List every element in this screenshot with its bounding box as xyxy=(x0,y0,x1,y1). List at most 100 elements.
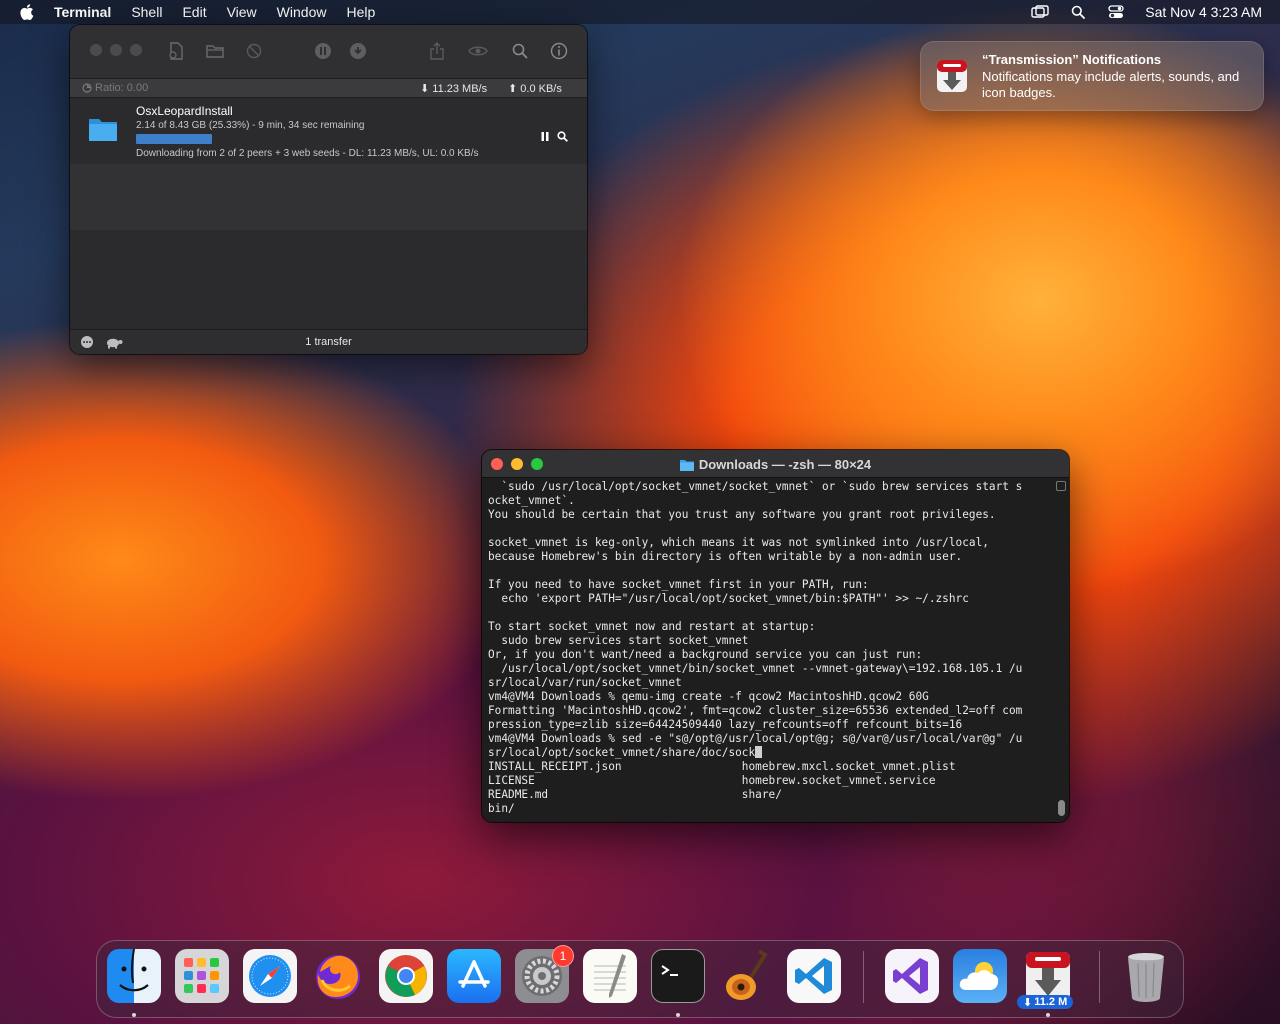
terminal-line: sr/local/opt/socket_vmnet/share/doc/sock xyxy=(488,746,1053,760)
dock-separator xyxy=(1099,951,1100,1003)
open-torrent-file-icon[interactable] xyxy=(166,41,186,61)
control-center-icon[interactable] xyxy=(1107,5,1125,19)
download-arrow-icon: ⬇ xyxy=(1023,996,1033,1009)
terminal-output[interactable]: `sudo /usr/local/opt/socket_vmnet/socket… xyxy=(488,480,1053,820)
quick-look-icon[interactable] xyxy=(468,41,488,61)
trash-icon xyxy=(1128,953,1164,1002)
menu-window[interactable]: Window xyxy=(277,4,327,20)
transmission-toolbar xyxy=(70,25,587,78)
transmission-status-bar: Ratio: 0.00 ⬇ 11.23 MB/s ⬆ 0.0 KB/s xyxy=(70,78,587,98)
terminal-scrollbar[interactable] xyxy=(1055,480,1067,820)
dock-finder[interactable] xyxy=(107,949,161,1003)
terminal-window: Downloads — -zsh — 80×24 `sudo /usr/loca… xyxy=(482,450,1069,822)
terminal-line: socket_vmnet is keg-only, which means it… xyxy=(488,536,989,549)
terminal-line: because Homebrew's bin directory is ofte… xyxy=(488,550,963,563)
terminal-line: If you need to have socket_vmnet first i… xyxy=(488,578,869,591)
transmission-app-icon xyxy=(934,58,970,94)
dock-weather[interactable] xyxy=(953,949,1007,1003)
notification-body: Notifications may include alerts, sounds… xyxy=(982,69,1240,100)
share-icon[interactable] xyxy=(427,41,447,61)
weather-icon xyxy=(959,962,999,990)
resume-all-icon[interactable] xyxy=(348,41,368,61)
terminal-icon xyxy=(661,965,678,976)
remove-icon[interactable] xyxy=(244,41,264,61)
terminal-line: /usr/local/opt/socket_vmnet/bin/socket_v… xyxy=(488,662,1023,675)
scroll-split-icon xyxy=(1056,481,1066,491)
info-icon[interactable] xyxy=(549,41,569,61)
dock-terminal[interactable] xyxy=(651,949,705,1003)
close-button[interactable] xyxy=(90,44,102,56)
menu-help[interactable]: Help xyxy=(346,4,375,20)
spotlight-search-icon[interactable] xyxy=(1069,5,1087,19)
terminal-line: INSTALL_RECEIPT.json homebrew.mxcl.socke… xyxy=(488,760,956,773)
zoom-button[interactable] xyxy=(130,44,142,56)
torrent-status-text: Downloading from 2 of 2 peers + 3 web se… xyxy=(136,148,479,159)
terminal-title: Downloads — -zsh — 80×24 xyxy=(482,457,1069,472)
transmission-window: Ratio: 0.00 ⬇ 11.23 MB/s ⬆ 0.0 KB/s OsxL… xyxy=(70,25,587,354)
minimize-button[interactable] xyxy=(110,44,122,56)
terminal-cursor xyxy=(755,746,763,758)
terminal-title-bar[interactable]: Downloads — -zsh — 80×24 xyxy=(482,450,1069,478)
ratio-display[interactable]: Ratio: 0.00 xyxy=(82,82,148,94)
open-folder-icon[interactable] xyxy=(205,41,225,61)
dock-safari[interactable] xyxy=(243,949,297,1003)
dock-trash[interactable] xyxy=(1119,949,1173,1003)
terminal-line: `sudo /usr/local/opt/socket_vmnet/socket… xyxy=(488,480,1023,493)
menu-view[interactable]: View xyxy=(227,4,257,20)
torrent-row[interactable]: OsxLeopardInstall 2.14 of 8.43 GB (25.33… xyxy=(70,98,587,164)
dock-app-store[interactable] xyxy=(447,949,501,1003)
apple-icon[interactable] xyxy=(18,3,36,21)
total-download-speed: ⬇ 11.23 MB/s xyxy=(420,83,488,95)
screen-mirroring-icon[interactable] xyxy=(1031,5,1049,19)
window-controls xyxy=(90,44,142,56)
reveal-in-finder-icon[interactable] xyxy=(556,130,568,142)
vscode-icon xyxy=(795,958,832,994)
terminal-line: sr/local/var/run/socket_vmnet xyxy=(488,676,682,689)
notification-badge: 1 xyxy=(552,945,574,967)
pause-torrent-icon[interactable] xyxy=(539,130,551,142)
torrent-name: OsxLeopardInstall xyxy=(136,104,233,118)
terminal-line: sudo brew services start socket_vmnet xyxy=(488,634,749,647)
running-indicator xyxy=(676,1013,680,1017)
torrent-progress-text: 2.14 of 8.43 GB (25.33%) - 9 min, 34 sec… xyxy=(136,120,365,131)
ratio-icon xyxy=(82,83,92,93)
scrollbar-thumb[interactable] xyxy=(1058,800,1065,816)
terminal-line: echo 'export PATH="/usr/local/opt/socket… xyxy=(488,592,969,605)
menu-shell[interactable]: Shell xyxy=(131,4,162,20)
dock-garageband[interactable] xyxy=(719,949,773,1003)
terminal-line: pression_type=zlib size=64424509440 lazy… xyxy=(488,718,963,731)
upload-arrow-icon: ⬆ xyxy=(508,83,521,95)
transmission-footer: 1 transfer xyxy=(70,329,587,354)
menu-clock[interactable]: Sat Nov 4 3:23 AM xyxy=(1145,4,1262,20)
dock-chrome[interactable] xyxy=(379,949,433,1003)
menu-bar: Terminal Shell Edit View Window Help Sat… xyxy=(0,0,1280,24)
terminal-line: README.md share/ xyxy=(488,788,782,801)
menu-edit[interactable]: Edit xyxy=(182,4,206,20)
firefox-icon xyxy=(316,955,360,999)
filter-search-icon[interactable] xyxy=(510,41,530,61)
torrent-list: OsxLeopardInstall 2.14 of 8.43 GB (25.33… xyxy=(70,98,587,328)
dock-firefox[interactable] xyxy=(311,949,365,1003)
terminal-line: Or, if you don't want/need a background … xyxy=(488,648,923,661)
pause-all-icon[interactable] xyxy=(313,41,333,61)
download-arrow-icon: ⬇ xyxy=(420,83,433,95)
finder-icon xyxy=(119,949,149,992)
terminal-line: LICENSE homebrew.socket_vmnet.service xyxy=(488,774,936,787)
notification-banner[interactable]: “Transmission” Notifications Notificatio… xyxy=(920,41,1264,111)
launchpad-icon xyxy=(184,958,219,993)
torrent-progress-bar xyxy=(136,134,436,144)
dock-textedit[interactable] xyxy=(583,949,637,1003)
terminal-line: ocket_vmnet`. xyxy=(488,494,575,507)
notification-title: “Transmission” Notifications xyxy=(982,52,1162,67)
dock-vscode[interactable] xyxy=(787,949,841,1003)
dock-visual-studio[interactable] xyxy=(885,949,939,1003)
dock-separator xyxy=(863,951,864,1003)
terminal-line: To start socket_vmnet now and restart at… xyxy=(488,620,816,633)
chrome-icon xyxy=(385,955,427,997)
folder-icon xyxy=(679,459,694,471)
dock-launchpad[interactable] xyxy=(175,949,229,1003)
menu-app-terminal[interactable]: Terminal xyxy=(54,4,111,20)
app-store-icon xyxy=(458,960,490,988)
